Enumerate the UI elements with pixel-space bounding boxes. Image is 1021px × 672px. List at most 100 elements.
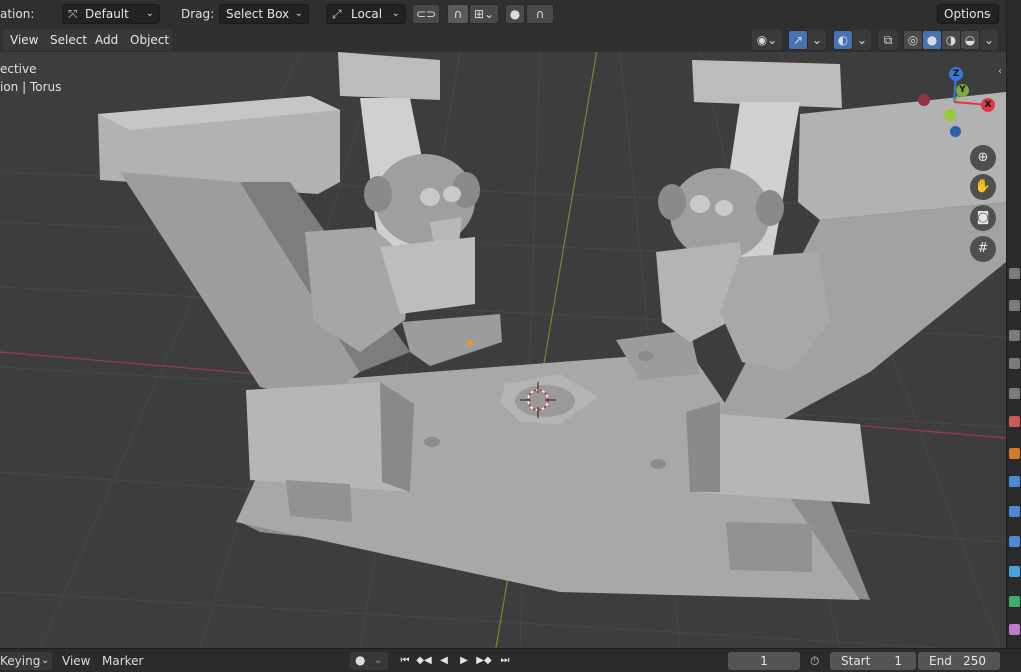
- tool-tab-icon[interactable]: [1009, 268, 1020, 279]
- keying-menu[interactable]: Keying ⌄: [0, 652, 52, 670]
- zoom-icon: ⊕: [977, 150, 989, 165]
- overlays-dropdown[interactable]: ⌄: [853, 30, 871, 50]
- jump-start-icon: ⏮: [400, 655, 410, 666]
- gizmo-y-axis[interactable]: Y: [956, 84, 969, 97]
- object-tab-icon[interactable]: [1009, 448, 1020, 459]
- collection-text: ion | Torus: [0, 80, 62, 94]
- tool-settings-bar: ation: ⤧ Default ⌄ Drag: Select Box ⌄ ⤢ …: [0, 0, 1006, 28]
- prev-keyframe-icon: ◆◀: [416, 655, 432, 666]
- start-frame-field[interactable]: Start 1: [830, 652, 916, 670]
- options-dropdown[interactable]: Options ⌄: [937, 4, 999, 24]
- link-icon: ⊂⊃: [415, 7, 437, 21]
- menu-object[interactable]: Object: [126, 31, 173, 49]
- gizmo-neg-x[interactable]: [918, 94, 930, 106]
- falloff-dropdown[interactable]: ∩: [526, 4, 554, 24]
- drag-dropdown[interactable]: Select Box ⌄: [219, 4, 309, 24]
- pivot-value: Local: [351, 7, 383, 21]
- stopwatch-icon[interactable]: ⏱: [810, 654, 819, 668]
- left-rear-block: [338, 52, 440, 100]
- modifier-tab-icon[interactable]: [1009, 476, 1020, 487]
- orientation-value: Default: [85, 7, 129, 21]
- orientation-label: ation:: [0, 7, 35, 21]
- keying-label: Keying: [0, 654, 41, 668]
- eye-icon: ◉⌄: [756, 33, 778, 47]
- material-sphere-icon: ◑: [945, 33, 957, 47]
- properties-tab-strip: [1006, 0, 1021, 648]
- snap-element-dropdown[interactable]: ⊞⌄: [469, 4, 499, 24]
- gizmo-neg-z[interactable]: [950, 126, 961, 137]
- pivot-point-icon: ⤢: [332, 7, 342, 21]
- data-tab-icon[interactable]: [1009, 596, 1020, 607]
- shading-solid[interactable]: ●: [922, 30, 942, 50]
- start-label: Start: [841, 654, 871, 668]
- jump-start-button[interactable]: ⏮: [396, 653, 414, 669]
- world-tab-icon[interactable]: [1009, 416, 1020, 427]
- falloff-curve-icon: ∩: [535, 7, 545, 21]
- chevron-down-icon: ⌄: [983, 33, 995, 47]
- pan-button[interactable]: ✋: [970, 174, 996, 200]
- shading-dropdown[interactable]: ⌄: [980, 30, 998, 50]
- shading-wireframe[interactable]: ◎: [903, 30, 923, 50]
- pivot-orientation-dropdown[interactable]: ⤢ Local ⌄: [326, 4, 406, 24]
- play-reverse-button[interactable]: ◀: [435, 653, 453, 669]
- mount-hole: [638, 351, 654, 361]
- overlays-toggle[interactable]: ◐: [833, 30, 853, 50]
- link-icon-button[interactable]: ⊂⊃: [412, 4, 440, 24]
- scene-render: [0, 52, 1006, 648]
- scene-tab-icon[interactable]: [1009, 388, 1020, 399]
- ortho-toggle-button[interactable]: #: [970, 236, 996, 262]
- chevron-down-icon: ⌄: [41, 655, 50, 666]
- visibility-dropdown[interactable]: ◉⌄: [752, 30, 782, 50]
- proportional-edit-toggle[interactable]: ●: [505, 4, 525, 24]
- gizmo-toggle[interactable]: ↗: [788, 30, 808, 50]
- view-layer-tab-icon[interactable]: [1009, 358, 1020, 369]
- gizmo-icon: ↗: [792, 33, 804, 47]
- drag-label: Drag:: [181, 7, 215, 21]
- auto-keying-group[interactable]: ● ⌄: [350, 652, 388, 670]
- shading-rendered[interactable]: ◒: [960, 30, 980, 50]
- snap-toggle[interactable]: ∩: [447, 4, 469, 24]
- gizmo-x-axis[interactable]: X: [981, 98, 995, 112]
- material-tab-icon[interactable]: [1009, 624, 1020, 635]
- menu-select[interactable]: Select: [46, 31, 91, 49]
- render-tab-icon[interactable]: [1009, 300, 1020, 311]
- end-frame-field[interactable]: End 250: [918, 652, 1000, 670]
- next-keyframe-button[interactable]: ▶◆: [475, 653, 493, 669]
- overlays-icon: ◐: [837, 33, 849, 47]
- left-pad: [402, 314, 502, 366]
- center-socket-hole: [515, 385, 575, 417]
- play-button[interactable]: ▶: [455, 653, 473, 669]
- orientation-dropdown[interactable]: ⤧ Default ⌄: [62, 4, 160, 24]
- constraints-tab-icon[interactable]: [1009, 566, 1020, 577]
- grid-icon: #: [977, 241, 989, 256]
- transform-orientation-icon: ⤧: [68, 7, 78, 21]
- physics-tab-icon[interactable]: [1009, 536, 1020, 547]
- menu-view[interactable]: View: [6, 31, 42, 49]
- particles-tab-icon[interactable]: [1009, 506, 1020, 517]
- start-value: 1: [894, 654, 902, 668]
- timeline-menu-view[interactable]: View: [62, 654, 90, 668]
- view-name-text: ective: [0, 62, 37, 76]
- chevron-down-icon: ⌄: [294, 8, 303, 19]
- gizmo-neg-y[interactable]: [944, 109, 956, 121]
- xray-toggle[interactable]: ⧉: [878, 30, 898, 50]
- snap-grid-icon: ⊞⌄: [473, 7, 495, 21]
- chevron-down-icon: ⌄: [374, 655, 383, 666]
- gizmo-z-axis[interactable]: Z: [949, 67, 963, 81]
- play-reverse-icon: ◀: [440, 655, 448, 666]
- camera-icon: ◙: [976, 210, 990, 225]
- jump-end-button[interactable]: ⏭: [496, 653, 514, 669]
- zoom-button[interactable]: ⊕: [970, 145, 996, 171]
- menu-add[interactable]: Add: [91, 31, 122, 49]
- chevron-down-icon: ⌄: [856, 33, 868, 47]
- 3d-viewport[interactable]: ective ion | Torus Z Y X ⊕ ✋ ◙ # ‹: [0, 52, 1006, 648]
- timeline-menu-marker[interactable]: Marker: [102, 654, 143, 668]
- current-frame-field[interactable]: 1: [728, 652, 800, 670]
- gizmo-dropdown[interactable]: ⌄: [808, 30, 826, 50]
- shading-material[interactable]: ◑: [941, 30, 961, 50]
- wireframe-sphere-icon: ◎: [907, 33, 919, 47]
- sidebar-toggle-icon[interactable]: ‹: [998, 66, 1002, 77]
- output-tab-icon[interactable]: [1009, 330, 1020, 341]
- prev-keyframe-button[interactable]: ◆◀: [415, 653, 433, 669]
- camera-view-button[interactable]: ◙: [970, 205, 996, 231]
